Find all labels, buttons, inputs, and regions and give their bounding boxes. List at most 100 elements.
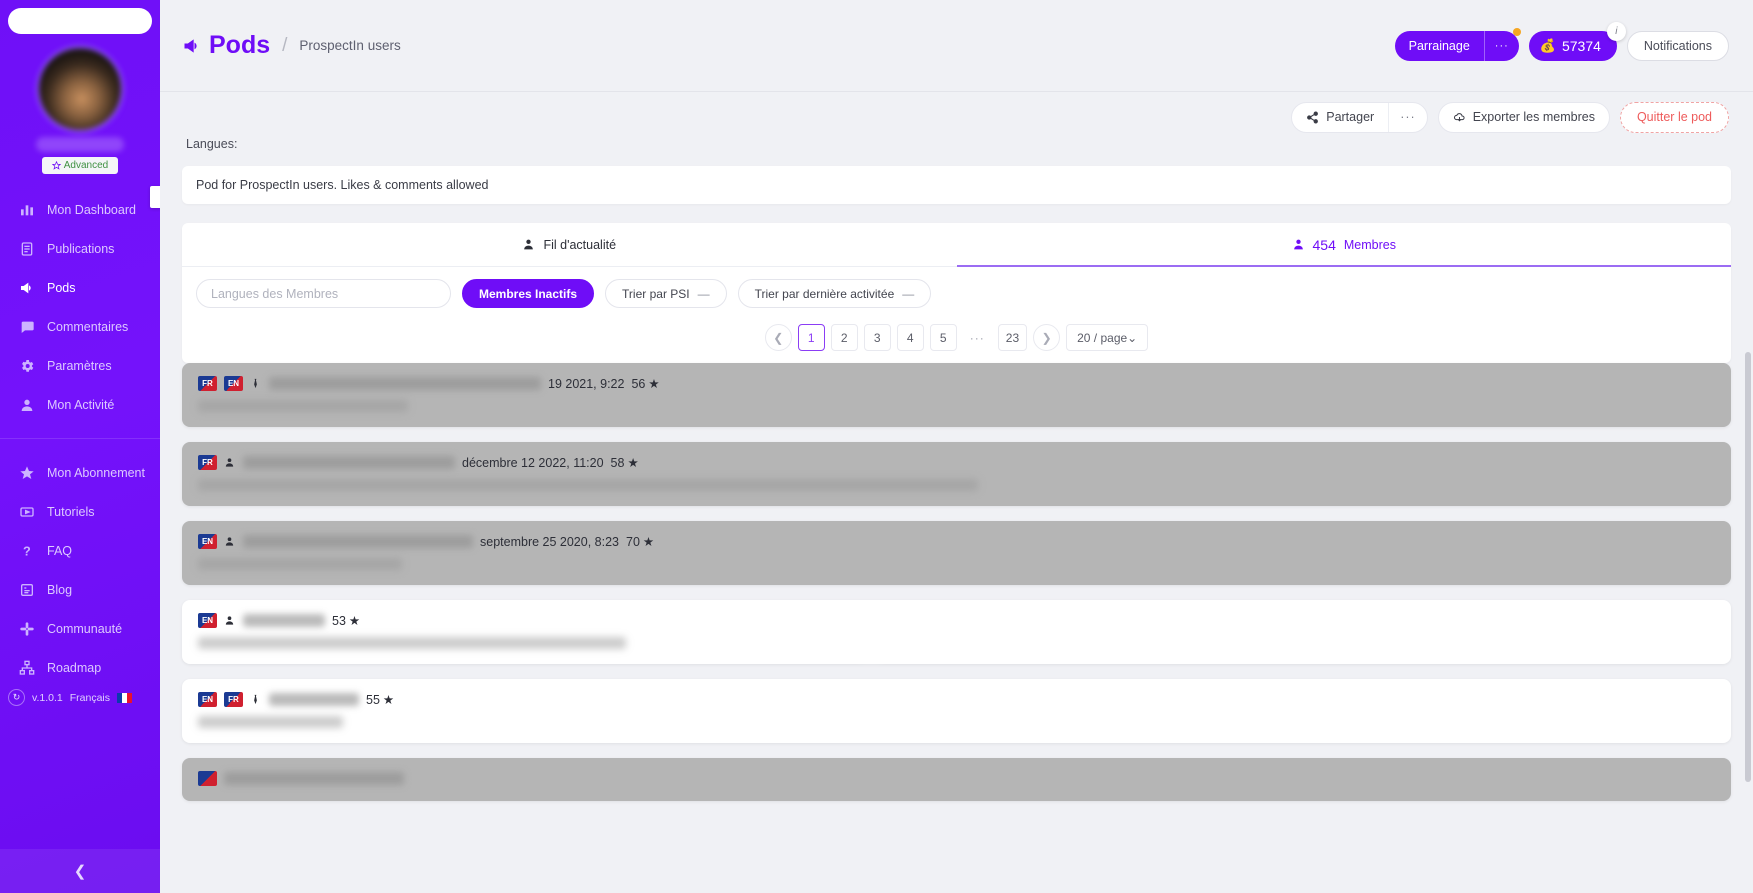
pagination-last-page[interactable]: 23: [998, 324, 1027, 351]
trier-activite-dash-icon: —: [902, 287, 914, 301]
pagination-next[interactable]: ❯: [1033, 324, 1060, 351]
credits-button[interactable]: 💰 57374 i: [1529, 31, 1617, 61]
sidebar-divider: [0, 438, 160, 439]
breadcrumb: Pods / ProspectIn users: [182, 31, 401, 60]
export-segment[interactable]: Exporter les membres: [1439, 103, 1609, 132]
table-row[interactable]: [182, 758, 1731, 801]
chart-bar-icon: [18, 202, 36, 218]
chevron-down-icon: ⌄: [1127, 331, 1137, 345]
sidebar-item-roadmap[interactable]: Roadmap: [0, 648, 160, 687]
pagination: ❮ 1 2 3 4 5 ··· 23 ❯ 20 / page ⌄: [182, 318, 1731, 363]
export-label: Exporter les membres: [1473, 110, 1595, 124]
member-subtitle-blurred: [198, 637, 626, 649]
sidebar-item-pods[interactable]: Pods: [0, 268, 160, 307]
sidebar-item-publications[interactable]: Publications: [0, 229, 160, 268]
tie-icon: [250, 694, 262, 705]
member-score-value: 58: [611, 456, 625, 470]
sidebar: Advanced Mon Dashboard Publications Pods: [0, 0, 160, 893]
pod-description-text: Pod for ProspectIn users. Likes & commen…: [196, 178, 489, 192]
tab-member-count: 454: [1313, 237, 1336, 253]
langues-membres-input[interactable]: [196, 279, 451, 308]
tie-icon: [250, 378, 262, 389]
star-icon: [18, 465, 36, 481]
member-name-blurred: [243, 456, 455, 469]
info-icon[interactable]: i: [1607, 22, 1626, 41]
language-selector[interactable]: Français: [70, 692, 110, 704]
table-row[interactable]: EN septembre 25 2020, 8:23 70 ★: [182, 521, 1731, 585]
export-members-button[interactable]: Exporter les membres: [1438, 102, 1610, 133]
lang-badge: [198, 771, 217, 786]
sidebar-item-label: Roadmap: [47, 661, 101, 675]
share-button[interactable]: Partager ···: [1291, 102, 1427, 133]
pod-content: Langues: Pod for ProspectIn users. Likes…: [160, 134, 1753, 836]
table-row[interactable]: EN 53 ★: [182, 600, 1731, 664]
sidebar-item-mon-dashboard[interactable]: Mon Dashboard: [0, 190, 160, 229]
pagination-page-5[interactable]: 5: [930, 324, 957, 351]
sidebar-item-mon-abonnement[interactable]: Mon Abonnement: [0, 453, 160, 492]
sidebar-item-mon-activite[interactable]: Mon Activité: [0, 385, 160, 424]
table-row[interactable]: FR EN 19 2021, 9:22 56 ★: [182, 363, 1731, 427]
flag-fr-icon: [244, 139, 260, 150]
trier-activite-label: Trier par dernière activitée: [755, 287, 895, 301]
member-header: EN septembre 25 2020, 8:23 70 ★: [198, 534, 1715, 549]
star-icon: ★: [349, 613, 360, 628]
sidebar-item-commentaires[interactable]: Commentaires: [0, 307, 160, 346]
main-area: Pods / ProspectIn users Parrainage ··· 💰…: [160, 0, 1753, 893]
member-date: 19 2021, 9:22: [548, 377, 624, 391]
member-name-blurred: [269, 377, 541, 390]
lang-badge: EN: [198, 534, 217, 549]
user-icon: [1292, 238, 1305, 251]
pagination-page-1[interactable]: 1: [798, 324, 825, 351]
trier-psi-label: Trier par PSI: [622, 287, 690, 301]
avatar[interactable]: [39, 48, 121, 130]
lang-badge: FR: [198, 376, 217, 391]
share-segment[interactable]: Partager: [1292, 103, 1388, 132]
page-title: Pods: [182, 31, 270, 60]
megaphone-icon: [182, 36, 202, 56]
tab-fil-dactualite[interactable]: Fil d'actualité: [182, 223, 957, 266]
sidebar-collapse-button[interactable]: ❮: [0, 849, 160, 893]
sidebar-item-label: Pods: [47, 281, 76, 295]
per-page-label: 20 / page: [1077, 331, 1127, 345]
member-score-value: 55: [366, 693, 380, 707]
member-header: [198, 771, 1715, 786]
lang-badge: FR: [198, 455, 217, 470]
member-header: EN FR 55 ★: [198, 692, 1715, 707]
member-score-value: 56: [631, 377, 645, 391]
sidebar-search-input[interactable]: [8, 8, 152, 34]
sidebar-item-tutoriels[interactable]: Tutoriels: [0, 492, 160, 531]
share-label: Partager: [1326, 110, 1374, 124]
pagination-prev[interactable]: ❮: [765, 324, 792, 351]
sidebar-item-parametres[interactable]: Paramètres: [0, 346, 160, 385]
sidebar-item-communaute[interactable]: Communauté: [0, 609, 160, 648]
person-icon: [224, 536, 236, 547]
pagination-page-2[interactable]: 2: [831, 324, 858, 351]
pagination-page-4[interactable]: 4: [897, 324, 924, 351]
pagination-ellipsis: ···: [963, 324, 992, 351]
notifications-button[interactable]: Notifications: [1627, 31, 1729, 61]
trier-par-psi-button[interactable]: Trier par PSI —: [605, 279, 727, 308]
trier-par-derniere-activite-button[interactable]: Trier par dernière activitée —: [738, 279, 932, 308]
scrollbar-thumb[interactable]: [1745, 352, 1751, 782]
membres-inactifs-button[interactable]: Membres Inactifs: [462, 279, 594, 308]
document-icon: [18, 241, 36, 257]
member-subtitle-blurred: [198, 479, 978, 491]
refresh-icon[interactable]: ↻: [8, 689, 25, 706]
sitemap-icon: [18, 660, 36, 676]
per-page-select[interactable]: 20 / page ⌄: [1066, 324, 1148, 351]
question-icon: ?: [18, 543, 36, 559]
pagination-page-3[interactable]: 3: [864, 324, 891, 351]
share-more-button[interactable]: ···: [1388, 103, 1427, 132]
parrainage-button[interactable]: Parrainage ···: [1395, 31, 1519, 61]
tab-membres[interactable]: 454 Membres: [957, 223, 1732, 266]
sidebar-item-faq[interactable]: ? FAQ: [0, 531, 160, 570]
sidebar-item-label: Blog: [47, 583, 72, 597]
sidebar-item-blog[interactable]: Blog: [0, 570, 160, 609]
credits-value: 57374: [1562, 38, 1601, 54]
leave-pod-button[interactable]: Quitter le pod: [1620, 102, 1729, 133]
table-row[interactable]: EN FR 55 ★: [182, 679, 1731, 743]
table-row[interactable]: FR décembre 12 2022, 11:20 58 ★: [182, 442, 1731, 506]
sidebar-item-label: Communauté: [47, 622, 122, 636]
sidebar-item-label: Tutoriels: [47, 505, 94, 519]
star-icon: ★: [643, 534, 654, 549]
